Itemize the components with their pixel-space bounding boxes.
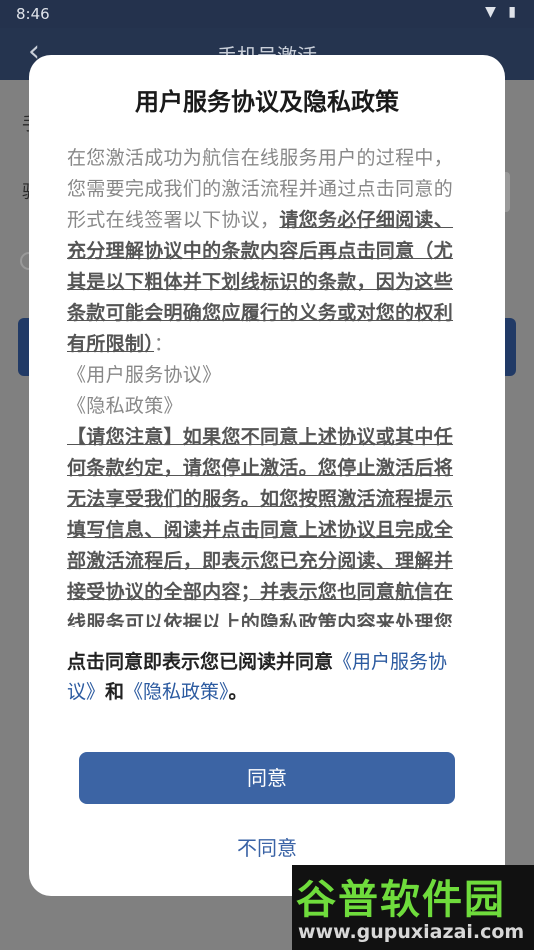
- consent-text: 点击同意即表示您已阅读并同意《用户服务协议》和《隐私政策》。: [67, 647, 471, 707]
- consent-prefix: 点击同意即表示您已阅读并同意: [67, 651, 334, 673]
- dialog-title: 用户服务协议及隐私政策: [135, 88, 399, 116]
- agreement-content[interactable]: 在您激活成功为航信在线服务用户的过程中，您需要完成我们的激活流程并通过点击同意的…: [67, 143, 469, 627]
- watermark: 谷普软件园 www.gupuxiazai.com: [292, 865, 534, 950]
- status-icons: ▼ ▮: [485, 4, 520, 20]
- doc-privacy-policy: 《隐私政策》: [67, 395, 183, 417]
- privacy-policy-link[interactable]: 《隐私政策》: [124, 681, 229, 703]
- agreement-intro: 在您激活成功为航信在线服务用户的过程中，您需要完成我们的激活流程并通过点击同意的…: [67, 143, 469, 360]
- doc-user-agreement: 《用户服务协议》: [67, 364, 222, 386]
- consent-suffix: 。: [228, 681, 248, 703]
- consent-and: 和: [105, 681, 125, 703]
- watermark-logo: 谷普软件园: [296, 877, 506, 923]
- watermark-url: www.gupuxiazai.com: [298, 921, 525, 943]
- agree-button[interactable]: 同意: [79, 752, 455, 804]
- colon-text: ：: [154, 333, 174, 355]
- status-bar: 8:46 ▼ ▮: [0, 0, 534, 28]
- status-time: 8:46: [16, 5, 50, 23]
- agreement-dialog: 用户服务协议及隐私政策 在您激活成功为航信在线服务用户的过程中，您需要完成我们的…: [29, 55, 505, 896]
- notice-text: 【请您注意】如果您不同意上述协议或其中任何条款约定，请您停止激活。您停止激活后将…: [67, 426, 454, 627]
- disagree-button[interactable]: 不同意: [29, 834, 505, 862]
